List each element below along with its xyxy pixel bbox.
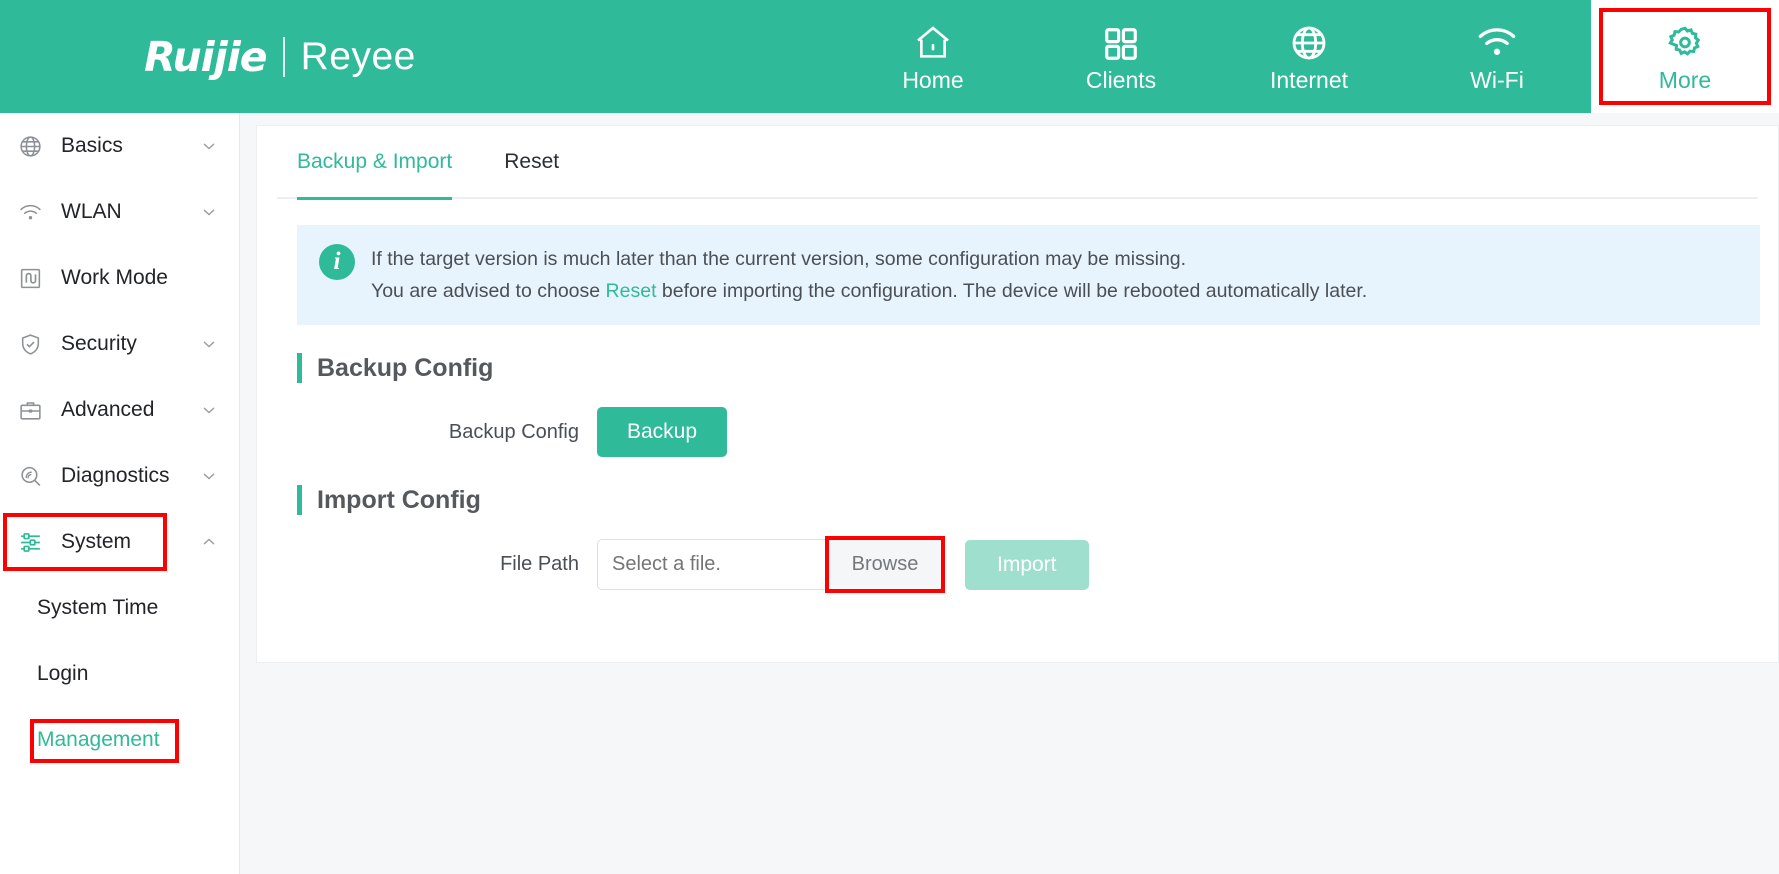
sidebar-item-basics[interactable]: Basics [0, 113, 239, 179]
file-path-label: File Path [500, 553, 579, 575]
sidebar-item-diagnostics[interactable]: Diagnostics [0, 443, 239, 509]
info-line-2-post: before importing the configuration. The … [656, 280, 1368, 302]
sidebar-subitem-label: System Time [37, 596, 159, 619]
nav-item-wifi[interactable]: Wi-Fi [1403, 0, 1591, 113]
content-area: Backup & Import Reset i If the target ve… [240, 113, 1779, 874]
info-line-2: You are advised to choose Reset before i… [371, 275, 1367, 307]
globe-icon [1289, 21, 1329, 63]
info-line-2-pre: You are advised to choose [371, 280, 606, 302]
briefcase-icon [18, 398, 48, 423]
info-banner-text: If the target version is much later than… [371, 243, 1367, 307]
nav-item-clients[interactable]: Clients [1027, 0, 1215, 113]
sidebar-subitem-management[interactable]: Management [0, 707, 239, 773]
import-config-row: File Path Browse Import [297, 536, 1758, 593]
file-path-input[interactable] [597, 539, 827, 590]
wifi-icon [1476, 21, 1518, 63]
info-banner: i If the target version is much later th… [297, 225, 1760, 325]
sidebar-item-advanced[interactable]: Advanced [0, 377, 239, 443]
sidebar-item-label: System [61, 530, 132, 553]
section-title: Backup Config [317, 353, 494, 382]
management-panel: Backup & Import Reset i If the target ve… [256, 125, 1779, 663]
browse-button-wrapper: Browse [825, 536, 945, 593]
nav-label: Internet [1270, 67, 1348, 93]
backup-config-heading: Backup Config [297, 353, 1758, 383]
sidebar-item-security[interactable]: Security [0, 311, 239, 377]
import-button[interactable]: Import [965, 539, 1089, 590]
tab-reset[interactable]: Reset [504, 125, 559, 198]
sliders-icon [18, 530, 48, 555]
sidebar-item-label: Advanced [61, 398, 155, 421]
nav-item-home[interactable]: Home [839, 0, 1027, 113]
file-path-group: Browse [597, 536, 945, 593]
chevron-down-icon [199, 466, 219, 486]
grid-icon [1102, 21, 1140, 63]
brand-secondary-text: Reyee [300, 34, 416, 78]
sidebar-subitem-label: Management [37, 728, 160, 751]
chevron-down-icon [199, 202, 219, 222]
info-line-1: If the target version is much later than… [371, 248, 1187, 270]
work-mode-icon [18, 266, 48, 291]
backup-config-row: Backup Config Backup [297, 407, 1758, 457]
sidebar-item-label: WLAN [61, 200, 122, 223]
tab-backup-import[interactable]: Backup & Import [297, 125, 453, 200]
brand-separator [282, 36, 285, 77]
home-icon [913, 21, 953, 63]
globe-icon [18, 134, 48, 159]
sidebar-subitem-system-time[interactable]: System Time [0, 575, 239, 641]
tab-bar: Backup & Import Reset [277, 125, 1758, 200]
shield-check-icon [18, 332, 48, 357]
nav-label: More [1658, 67, 1712, 93]
sidebar-item-label: Security [61, 332, 137, 355]
wifi-icon [18, 200, 48, 225]
section-accent-bar [297, 353, 302, 383]
top-bar: Ruijie Reyee Home Clients Internet Wi-Fi… [0, 0, 1779, 113]
sidebar-item-system[interactable]: System [0, 509, 239, 575]
sidebar-subitem-login[interactable]: Login [0, 641, 239, 707]
sidebar-item-label: Basics [61, 134, 123, 157]
diagnostics-icon [18, 464, 48, 489]
backup-config-label: Backup Config [448, 420, 579, 443]
sidebar-subitem-label: Login [37, 662, 89, 685]
backup-button[interactable]: Backup [597, 407, 728, 457]
section-title: Import Config [317, 485, 481, 514]
browse-button[interactable]: Browse [827, 539, 943, 590]
sidebar-item-label: Work Mode [61, 266, 168, 289]
nav-item-internet[interactable]: Internet [1215, 0, 1403, 113]
sidebar-item-label: Diagnostics [61, 464, 170, 487]
nav-item-more[interactable]: More [1591, 0, 1779, 113]
tab-label: Reset [504, 150, 560, 173]
import-button-wrapper: Import [965, 539, 1089, 590]
brand-primary-text: Ruijie [144, 32, 267, 81]
gear-icon [1665, 21, 1705, 63]
nav-label: Home [902, 67, 964, 93]
reset-link[interactable]: Reset [606, 280, 657, 302]
top-navigation: Home Clients Internet Wi-Fi More [530, 0, 1779, 113]
sidebar-item-work-mode[interactable]: Work Mode [0, 245, 239, 311]
chevron-down-icon [199, 136, 219, 156]
chevron-down-icon [199, 334, 219, 354]
import-config-heading: Import Config [297, 485, 1758, 515]
nav-label: Clients [1085, 67, 1157, 93]
info-icon: i [319, 244, 355, 280]
sidebar-item-wlan[interactable]: WLAN [0, 179, 239, 245]
tab-label: Backup & Import [297, 150, 453, 173]
chevron-down-icon [199, 400, 219, 420]
section-accent-bar [297, 485, 302, 515]
brand-logo: Ruijie Reyee [0, 0, 530, 113]
sidebar: Basics WLAN Work Mode Security Advanced … [0, 113, 240, 874]
chevron-up-icon [199, 532, 219, 552]
nav-label: Wi-Fi [1470, 67, 1524, 93]
